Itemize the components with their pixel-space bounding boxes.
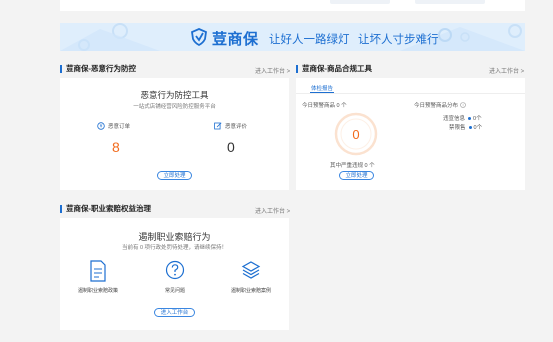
dist-row-1: 违宣信息 0个 — [443, 114, 482, 122]
malicious-review-count[interactable]: 0 — [227, 139, 235, 155]
warning-distribution-text: 今日预警商品分布 — [414, 103, 459, 109]
malicious-order-count[interactable]: 8 — [112, 139, 120, 155]
feature-policy-label: 遏制职业索赔政策 — [77, 288, 118, 294]
today-warning-count: 今日预警商品 0 个 — [302, 103, 347, 109]
card3-subtitle: 当前有 0 项行政处罚待处理，请继续保持！ — [121, 245, 228, 251]
dist-value-2: 0个 — [473, 125, 483, 131]
dist-label-2: 禁限售 — [449, 125, 466, 131]
malicious-card: 恶意行为防控工具 一站式店铺经营风险防控服务平台 ¥ 恶意订单 8 恶意评价 0… — [60, 78, 289, 190]
info-icon: i — [460, 102, 466, 108]
malicious-review-label: 恶意评价 — [214, 122, 247, 130]
enter-workbench-link-2[interactable]: 进入工作台 > — [489, 66, 524, 75]
shield-logo-icon — [191, 28, 207, 46]
compliance-card: 体检报告 今日预警商品 0 个 今日预警商品分布 i 违宣信息 0个 禁限售 0个 … — [296, 78, 525, 190]
banner-brand: 荳商保 — [212, 31, 259, 48]
tab-divider — [296, 93, 525, 94]
feature-faq-label: 常见问题 — [164, 288, 185, 294]
top-tab-left — [330, 0, 390, 4]
top-tab-right — [415, 0, 485, 4]
section-title-compliance: 荳商保-商品合规工具 — [296, 65, 372, 73]
section-title-claims: 荳商保-职业索赔权益治理 — [60, 205, 151, 213]
enter-workbench-link-1[interactable]: 进入工作台 > — [255, 66, 290, 75]
enter-workbench-button[interactable]: 进入工作台 — [154, 308, 195, 317]
handle-now-button-2[interactable]: 立即处理 — [339, 171, 374, 180]
gauge-value: 0 — [352, 127, 360, 142]
feature-faq[interactable]: 常见问题 — [147, 260, 203, 294]
section-title-malicious: 荳商保-恶意行为防控 — [60, 65, 136, 73]
card1-title: 恶意行为防控工具 — [140, 90, 209, 100]
card1-subtitle: 一站式店铺经营风险防控服务平台 — [133, 104, 216, 110]
dist-dot-icon — [468, 126, 472, 130]
svg-text:¥: ¥ — [100, 124, 103, 130]
dist-label-1: 违宣信息 — [443, 116, 466, 122]
tab-health-report[interactable]: 体检报告 — [310, 84, 334, 93]
banner-slogan-1: 让好人一路绿灯 — [269, 34, 350, 46]
promo-banner[interactable]: 荳商保 让好人一路绿灯 让坏人寸步难行 — [60, 23, 525, 51]
feature-cases-label: 遏制职业索赔案例 — [230, 288, 271, 294]
order-icon: ¥ — [97, 122, 105, 130]
question-icon — [165, 260, 185, 280]
feature-policy[interactable]: 遏制职业索赔政策 — [70, 260, 126, 294]
dist-row-2: 禁限售 0个 — [449, 123, 482, 131]
top-card-remnant — [60, 0, 525, 11]
dist-dot-icon — [468, 117, 472, 121]
handle-now-button-1[interactable]: 立即处理 — [157, 171, 192, 180]
stat1-label-text: 恶意订单 — [108, 124, 131, 130]
enter-workbench-link-3[interactable]: 进入工作台 > — [255, 206, 290, 215]
claims-card: 遏制职业索赔行为 当前有 0 项行政处罚待处理，请继续保持！ 遏制职业索赔政策 … — [60, 218, 289, 330]
dist-value-1: 0个 — [473, 116, 482, 122]
malicious-order-label: ¥ 恶意订单 — [97, 122, 130, 130]
edit-icon — [214, 122, 222, 130]
document-icon — [90, 260, 106, 282]
layers-icon — [241, 261, 261, 279]
severe-violation-count: 其中严重违规 0 个 — [330, 163, 375, 169]
card3-title: 遏制职业索赔行为 — [138, 232, 211, 242]
banner-slogan-2: 让坏人寸步难行 — [358, 34, 439, 46]
feature-cases[interactable]: 遏制职业索赔案例 — [223, 260, 279, 294]
warning-distribution-label: 今日预警商品分布 i — [414, 101, 466, 109]
svg-text:i: i — [462, 103, 463, 108]
stat2-label-text: 恶意评价 — [225, 124, 248, 130]
